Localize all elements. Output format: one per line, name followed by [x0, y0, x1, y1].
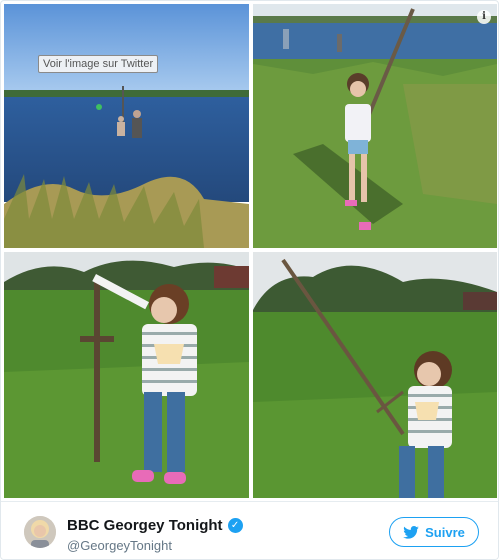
view-on-twitter-tooltip: Voir l'image sur Twitter [38, 55, 159, 73]
follow-button[interactable]: Suivre [389, 517, 479, 547]
photo-grid: Voir l'image sur Twitter i [4, 4, 497, 498]
photo-lake-sword[interactable]: Voir l'image sur Twitter [4, 4, 249, 248]
info-icon[interactable]: i [477, 10, 491, 24]
twitter-bird-icon [403, 525, 419, 539]
author-name[interactable]: BBC Georgey Tonight [67, 517, 223, 534]
author-name-row[interactable]: BBC Georgey Tonight ✓ [67, 517, 243, 534]
verified-badge-icon: ✓ [227, 518, 243, 533]
author-handle[interactable]: @GeorgeyTonight [67, 538, 172, 553]
tweet-author-bar: BBC Georgey Tonight ✓ @GeorgeyTonight Su… [1, 501, 498, 559]
follow-label: Suivre [425, 524, 465, 540]
photo-girl-field[interactable]: i [253, 4, 497, 248]
photo-girl-lawn-right[interactable] [253, 252, 497, 498]
photo-girl-lawn-left[interactable] [4, 252, 249, 498]
avatar[interactable] [24, 516, 56, 548]
tweet-card: Voir l'image sur Twitter i BBC Georgey T… [0, 0, 499, 560]
